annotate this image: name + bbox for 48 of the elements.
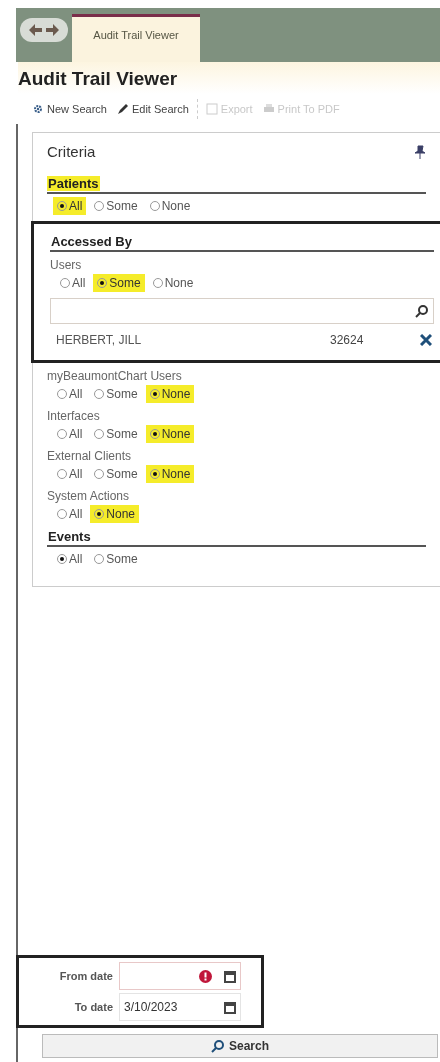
section-heading: Events: [47, 529, 92, 544]
option-label[interactable]: Some: [104, 467, 142, 481]
toolbar-button[interactable]: Edit Search: [114, 103, 191, 115]
search-field[interactable]: [50, 298, 434, 324]
date-label: From date: [58, 970, 114, 982]
option-label[interactable]: None: [159, 199, 195, 213]
page-title: Audit Trail Viewer: [18, 62, 440, 94]
error-icon: [199, 969, 212, 983]
toolbar-button[interactable]: New Search: [30, 103, 109, 115]
option-label[interactable]: All: [67, 387, 87, 401]
user-name: HERBERT, JILL: [56, 333, 143, 347]
pin-icon[interactable]: [414, 144, 426, 159]
group-label: System Actions: [47, 489, 131, 503]
group-label: myBeaumontChart Users: [47, 369, 183, 383]
section-heading: Accessed By: [50, 234, 133, 249]
option-label[interactable]: All: [67, 552, 87, 566]
tab[interactable]: Audit Trail Viewer: [72, 14, 200, 62]
gear-icon: [32, 103, 44, 115]
option-label[interactable]: All: [67, 507, 87, 521]
option-label[interactable]: All: [67, 467, 87, 481]
group-label: Users: [50, 258, 83, 272]
arrows-icon: [27, 22, 61, 38]
search-icon: [211, 1039, 225, 1053]
group-label: Interfaces: [47, 409, 101, 423]
close-icon: [420, 334, 432, 346]
date-field[interactable]: [119, 962, 241, 990]
pencil-icon: [116, 103, 129, 115]
remove-button[interactable]: [420, 334, 432, 346]
option-label[interactable]: Some: [104, 387, 142, 401]
group-label: External Clients: [47, 449, 133, 463]
option-label[interactable]: Some: [104, 427, 142, 441]
back-forward-button[interactable]: [20, 18, 68, 42]
search-button[interactable]: Search: [42, 1034, 438, 1058]
panel-title: Criteria: [47, 143, 96, 160]
calendar-icon[interactable]: [224, 969, 236, 983]
sheet-icon: [205, 103, 218, 115]
date-label: To date: [73, 1001, 114, 1013]
option-label[interactable]: None: [162, 276, 198, 290]
section-heading: Patients: [47, 176, 100, 191]
option-label[interactable]: Some: [104, 552, 142, 566]
calendar-icon[interactable]: [224, 1000, 236, 1014]
user-id: 32624: [330, 333, 365, 347]
search-icon: [415, 304, 429, 318]
option-label[interactable]: All: [70, 276, 90, 290]
option-label[interactable]: Some: [104, 199, 142, 213]
option-label[interactable]: All: [67, 427, 87, 441]
date-field[interactable]: 3/10/2023: [119, 993, 241, 1021]
printer-icon: [262, 103, 275, 115]
